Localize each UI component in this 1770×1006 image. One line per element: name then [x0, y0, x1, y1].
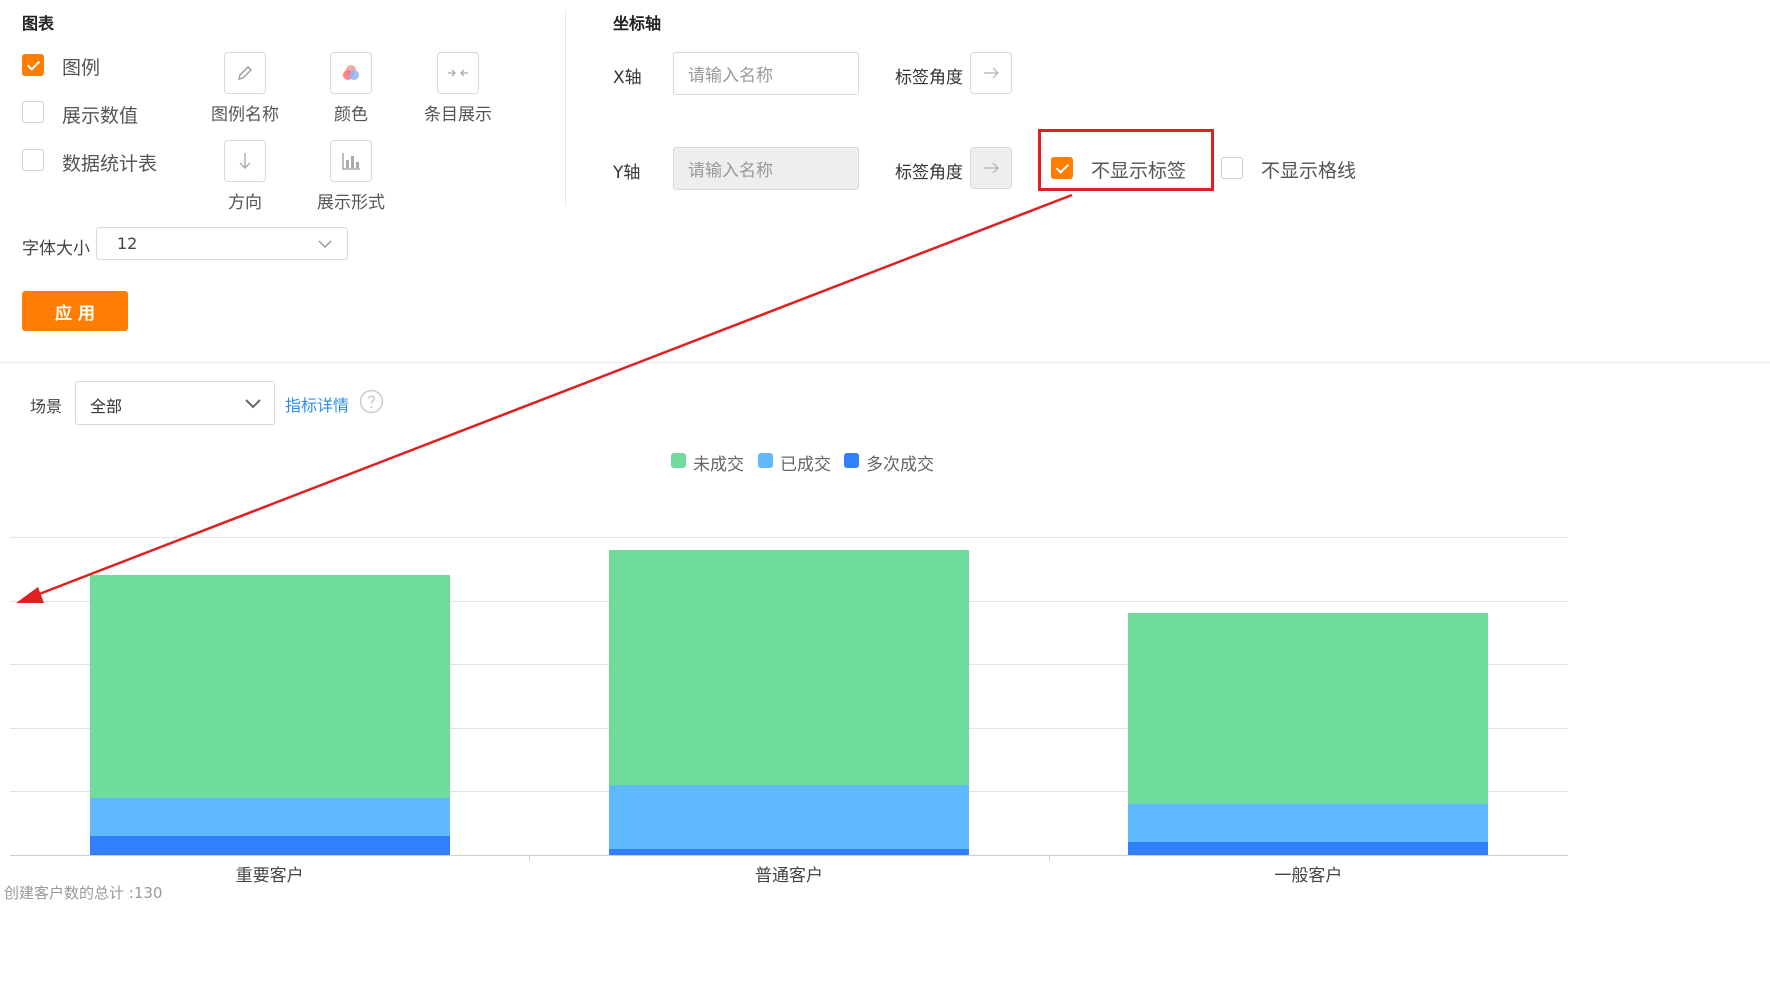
bar-segment[interactable] — [1128, 804, 1489, 843]
color-button[interactable] — [330, 52, 372, 94]
bar-segment[interactable] — [609, 848, 969, 855]
item-display-button[interactable] — [437, 52, 479, 94]
chevron-down-icon — [318, 240, 332, 248]
show-values-label: 展示数值 — [62, 105, 139, 127]
arrow-right-icon — [984, 162, 999, 174]
hide-gridlines-checkbox[interactable] — [1221, 157, 1243, 179]
metric-details-link[interactable]: 指标详情 — [285, 392, 349, 416]
legend-name-label: 图例名称 — [211, 105, 279, 125]
legend-swatch-closed — [758, 453, 773, 468]
color-label: 颜色 — [334, 105, 368, 125]
chevron-down-icon — [245, 399, 261, 409]
palette-icon — [343, 65, 359, 80]
x-axis-category-label: 一般客户 — [1274, 866, 1343, 886]
direction-label: 方向 — [228, 193, 262, 213]
x-axis-tick — [1048, 855, 1050, 861]
pencil-icon — [238, 66, 252, 80]
scene-value: 全部 — [90, 397, 123, 416]
x-axis-name-input[interactable]: 请输入名称 — [673, 52, 859, 95]
bar-segment[interactable] — [609, 549, 969, 786]
x-axis-category-label: 重要客户 — [235, 866, 304, 886]
gridline — [10, 600, 1568, 602]
scene-label: 场景 — [30, 397, 63, 416]
arrow-down-icon — [239, 153, 251, 169]
show-values-checkbox[interactable] — [22, 101, 44, 123]
x-axis-tick — [529, 855, 531, 861]
x-axis-label: X轴 — [613, 68, 642, 88]
legend-item-closed[interactable]: 已成交 — [780, 450, 831, 475]
data-table-checkbox[interactable] — [22, 149, 44, 171]
gridline — [10, 664, 1568, 666]
bar-segment[interactable] — [609, 785, 969, 849]
help-icon[interactable] — [359, 389, 384, 414]
footer-total-text: 创建客户数的总计 :130 — [4, 884, 163, 902]
data-table-label: 数据统计表 — [62, 153, 158, 175]
x-angle-button[interactable] — [970, 52, 1012, 94]
gridline — [10, 727, 1568, 729]
y-angle-label: 标签角度 — [895, 163, 963, 183]
hide-gridlines-label: 不显示格线 — [1261, 160, 1357, 182]
font-size-select[interactable]: 12 — [96, 227, 348, 260]
legend-item-multiple[interactable]: 多次成交 — [866, 450, 934, 475]
bar-chart-icon — [342, 153, 360, 170]
font-size-value: 12 — [117, 234, 138, 253]
section-divider — [0, 362, 1770, 363]
bar-segment[interactable] — [1128, 842, 1489, 855]
annotation-highlight-box — [1038, 129, 1214, 191]
display-form-button[interactable] — [330, 140, 372, 182]
item-display-label: 条目展示 — [424, 105, 492, 125]
bar-segment[interactable] — [89, 797, 450, 836]
legend-swatch-multiple — [844, 453, 859, 468]
scene-select[interactable]: 全部 — [75, 381, 275, 425]
bar-segment[interactable] — [1128, 613, 1489, 805]
y-axis-name-input[interactable]: 请输入名称 — [673, 147, 859, 190]
compress-arrows-icon — [448, 69, 468, 77]
direction-button[interactable] — [224, 140, 266, 182]
bar-segment[interactable] — [89, 835, 450, 855]
apply-button[interactable]: 应 用 — [22, 291, 128, 331]
display-form-label: 展示形式 — [317, 193, 385, 213]
y-axis-label: Y轴 — [613, 163, 641, 183]
y-angle-button[interactable] — [970, 147, 1012, 189]
gridline — [10, 855, 1568, 856]
legend-name-button[interactable] — [224, 52, 266, 94]
x-angle-label: 标签角度 — [895, 68, 963, 88]
font-size-label: 字体大小 — [22, 239, 90, 259]
legend-item-unclosed[interactable]: 未成交 — [693, 450, 744, 475]
x-axis-category-label: 普通客户 — [755, 866, 823, 886]
legend-swatch-unclosed — [671, 453, 686, 468]
legend-checkbox[interactable] — [22, 54, 44, 76]
panel-divider — [565, 10, 566, 206]
bar-segment[interactable] — [89, 575, 450, 798]
arrow-right-icon — [984, 67, 999, 79]
chart-section-title: 图表 — [22, 14, 55, 33]
gridline — [10, 537, 1568, 538]
gridline — [10, 791, 1568, 793]
legend-label: 图例 — [62, 57, 101, 79]
axis-section-title: 坐标轴 — [613, 14, 662, 33]
